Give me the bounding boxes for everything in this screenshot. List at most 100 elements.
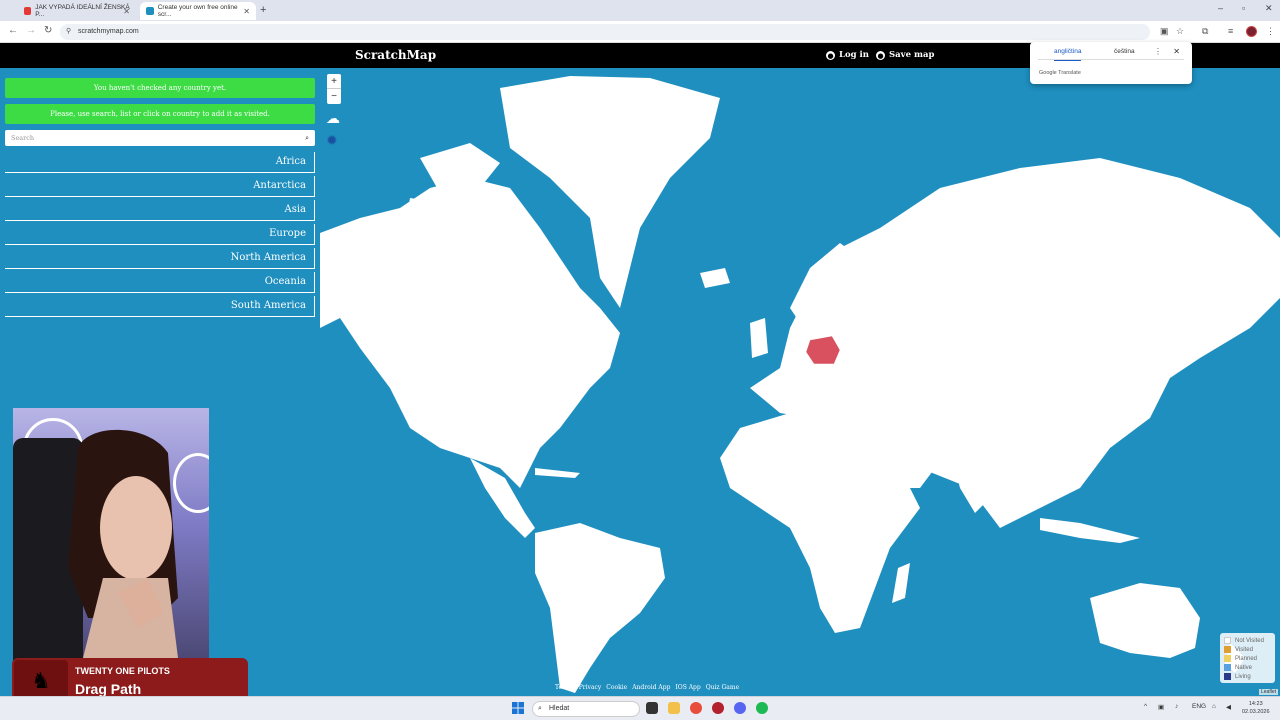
- login-label: Log in: [839, 50, 869, 60]
- map-footer-links: Terms Privacy Cookie Android App IOS App…: [555, 684, 739, 691]
- address-bar: ← → ↻ ⚲ scratchmymap.com ▣ ☆ ⧉ ≡ ⋮: [0, 21, 1280, 43]
- tab-title: JAK VYPADÁ IDEÁLNÍ ŽENSKÁ P...: [35, 4, 130, 18]
- taskbar-search-placeholder: Hledat: [549, 705, 570, 712]
- tab-youtube[interactable]: JAK VYPADÁ IDEÁLNÍ ŽENSKÁ P... ✕: [18, 2, 136, 20]
- leaflet-attribution[interactable]: Leaflet: [1258, 689, 1278, 695]
- app-icon[interactable]: [712, 702, 724, 714]
- continent-africa[interactable]: Africa: [5, 152, 315, 173]
- url-field[interactable]: ⚲ scratchmymap.com: [60, 24, 1150, 40]
- android-app-link[interactable]: Android App: [632, 684, 670, 691]
- url-text: scratchmymap.com: [78, 28, 139, 35]
- bookmark-star-icon[interactable]: ☆: [1176, 26, 1184, 37]
- legend-item: Not Visited: [1224, 636, 1271, 645]
- cloud-icon[interactable]: ☁: [326, 110, 340, 127]
- map-canvas[interactable]: [320, 68, 1280, 695]
- tray-app-icon[interactable]: ▣: [1158, 703, 1164, 711]
- legend-label: Planned: [1235, 655, 1258, 662]
- divider: [1038, 59, 1184, 60]
- chrome-icon[interactable]: [690, 702, 702, 714]
- legend-label: Living: [1235, 673, 1251, 680]
- continent-antarctica[interactable]: Antarctica: [5, 176, 315, 197]
- map-legend: Not Visited Visited Planned Native Livin…: [1220, 633, 1275, 683]
- north-america-shape: [320, 178, 620, 488]
- madagascar-shape: [892, 563, 910, 603]
- profile-avatar[interactable]: [1246, 26, 1257, 37]
- legend-swatch: [1224, 646, 1231, 653]
- now-playing-artist: TWENTY ONE PILOTS: [75, 666, 170, 676]
- tab-title: Create your own free online scr...: [157, 4, 238, 18]
- quiz-game-link[interactable]: Quiz Game: [706, 684, 739, 691]
- site-info-icon[interactable]: ⚲: [66, 24, 71, 40]
- continent-south-america[interactable]: South America: [5, 296, 315, 317]
- window-close-button[interactable]: ✕: [1265, 3, 1273, 14]
- microphone-icon[interactable]: ♪: [1175, 703, 1178, 710]
- new-tab-button[interactable]: +: [260, 4, 266, 16]
- legend-item: Planned: [1224, 654, 1271, 663]
- legend-item: Visited: [1224, 645, 1271, 654]
- file-explorer-icon[interactable]: [668, 702, 680, 714]
- user-icon: ●: [826, 50, 835, 60]
- continent-north-america[interactable]: North America: [5, 248, 315, 269]
- login-button[interactable]: ● Log in: [826, 50, 869, 60]
- close-icon[interactable]: ✕: [1173, 47, 1180, 56]
- webcam-overlay: [13, 408, 209, 698]
- legend-swatch: [1224, 637, 1231, 644]
- indonesia-shape: [1040, 518, 1140, 543]
- hint-message: Please, use search, list or click on cou…: [5, 104, 315, 124]
- close-icon[interactable]: ✕: [243, 7, 250, 16]
- translate-target-tab[interactable]: čeština: [1114, 48, 1135, 55]
- zoom-control: + −: [327, 74, 341, 104]
- continent-oceania[interactable]: Oceania: [5, 272, 315, 293]
- settings-gear-icon[interactable]: ✹: [326, 132, 338, 149]
- spotify-icon[interactable]: [756, 702, 768, 714]
- tray-chevron-icon[interactable]: ^: [1144, 703, 1147, 710]
- forward-icon[interactable]: →: [26, 25, 36, 36]
- world-map[interactable]: + − ☁ ✹ Terms Privacy Cookie Android App…: [320, 68, 1280, 695]
- search-icon[interactable]: ⌕: [305, 130, 309, 146]
- media-icon[interactable]: ≡: [1228, 26, 1233, 36]
- close-icon[interactable]: ✕: [123, 7, 130, 16]
- save-label: Save map: [889, 50, 935, 60]
- volume-icon[interactable]: ◀: [1226, 703, 1231, 711]
- cookie-link[interactable]: Cookie: [606, 684, 627, 691]
- clock-date: 02.03.2026: [1242, 709, 1270, 715]
- legend-swatch: [1224, 655, 1231, 662]
- start-icon[interactable]: [512, 702, 524, 714]
- browser-tab-bar: JAK VYPADÁ IDEÁLNÍ ŽENSKÁ P... ✕ Create …: [0, 0, 1280, 21]
- legend-label: Visited: [1235, 646, 1253, 653]
- search-input[interactable]: Search ⌕: [5, 130, 315, 146]
- ios-app-link[interactable]: IOS App: [675, 684, 700, 691]
- network-icon[interactable]: ⌂: [1212, 703, 1216, 710]
- legend-label: Not Visited: [1235, 637, 1264, 644]
- system-clock[interactable]: 14:23 02.03.2026: [1242, 700, 1270, 716]
- australia-shape: [1090, 583, 1200, 658]
- continent-europe[interactable]: Europe: [5, 224, 315, 245]
- zoom-out-button[interactable]: −: [327, 89, 341, 104]
- youtube-icon: [24, 7, 32, 15]
- privacy-link[interactable]: Privacy: [579, 684, 602, 691]
- brand-logo[interactable]: ScratchMap: [355, 48, 436, 62]
- task-view-icon[interactable]: [646, 702, 658, 714]
- minimize-button[interactable]: –: [1218, 3, 1223, 13]
- language-indicator[interactable]: ENG: [1192, 703, 1206, 710]
- back-icon[interactable]: ←: [8, 25, 18, 36]
- zoom-in-button[interactable]: +: [327, 74, 341, 89]
- terms-link[interactable]: Terms: [555, 684, 574, 691]
- continent-asia[interactable]: Asia: [5, 200, 315, 221]
- translate-popup: angličtina čeština ⋮ ✕ Google Translate: [1030, 42, 1192, 84]
- uk-shape: [750, 318, 768, 358]
- tab-scratchmap[interactable]: Create your own free online scr... ✕: [140, 2, 256, 20]
- menu-icon[interactable]: ⋮: [1266, 26, 1275, 37]
- windows-taskbar: ⌕ Hledat ^ ▣ ♪ ENG ⌂ ◀ 14:23 02.03.2026: [0, 696, 1280, 720]
- south-america-shape: [535, 523, 665, 693]
- iceland-shape: [700, 268, 730, 288]
- discord-icon[interactable]: [734, 702, 746, 714]
- save-icon: ●: [876, 50, 885, 60]
- restore-button[interactable]: ▫: [1242, 3, 1245, 13]
- extensions-icon[interactable]: ⧉: [1202, 26, 1208, 37]
- save-map-button[interactable]: ● Save map: [876, 50, 934, 60]
- taskbar-search[interactable]: ⌕ Hledat: [532, 701, 640, 717]
- reload-icon[interactable]: ↻: [44, 25, 52, 36]
- more-icon[interactable]: ⋮: [1154, 47, 1162, 56]
- translate-icon[interactable]: ▣: [1160, 26, 1169, 37]
